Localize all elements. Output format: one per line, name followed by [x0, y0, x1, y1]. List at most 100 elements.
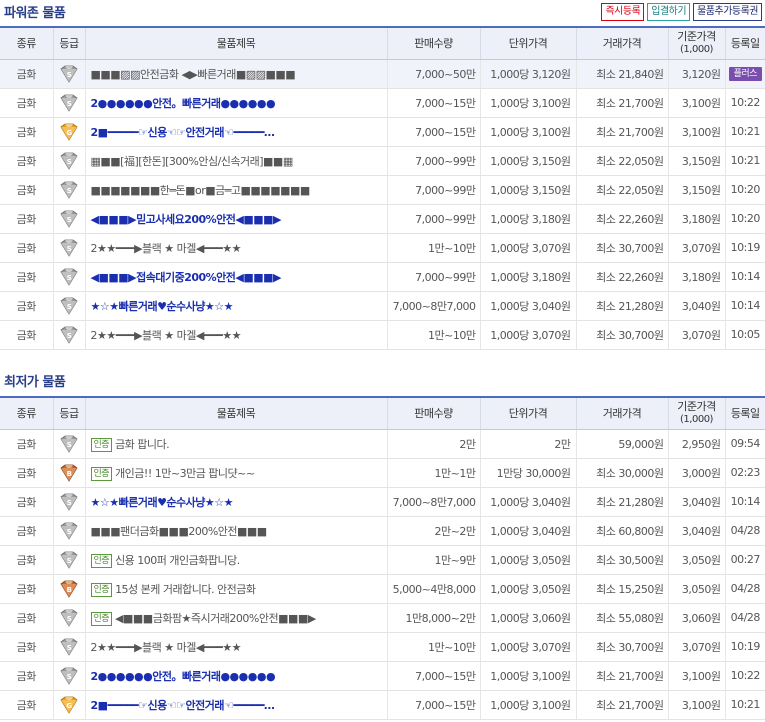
table-row[interactable]: 금화 S 2★★━━━▶블랙 ★ 마겔◀━━━★★ 1만~10만 1,000당 3,07… [0, 320, 765, 350]
svg-text:S: S [67, 245, 72, 253]
table-row[interactable]: 금화 B 인증 개인금!! 1만~3만금 팝니댯~~ 1만~1만 1만당 30,000원 최… [0, 458, 765, 488]
table-row[interactable]: 금화 S ★☆★빠른거래♥순수사냥★☆★ 7,000~8만7,000 1,000당 3,… [0, 291, 765, 321]
item-title-link[interactable]: ★☆★빠른거래♥순수사냥★☆★ [91, 496, 234, 509]
register-date-cell: 00:27 [725, 545, 765, 575]
item-title-link[interactable]: 15성 본케 거래합니다. 안전금화 [115, 583, 256, 596]
item-title-cell[interactable]: 인증 신용 100퍼 개인금화팝니당. [85, 545, 388, 575]
item-title-cell[interactable]: ★☆★빠른거래♥순수사냥★☆★ [85, 487, 388, 517]
table-row[interactable]: 금화 S 인증 ◀■■■금화팜★즉시거래200%안전■■■▶ 1만8,000~2만 1,0… [0, 603, 765, 633]
base-price-cell: 3,180원 [668, 204, 726, 234]
item-title-link[interactable]: 2●●●●●●안전。빠른거래●●●●●● [91, 670, 276, 683]
item-title-link[interactable]: 2■━━━━━☞신용☜☞안전거래☜━━━━━… [91, 126, 275, 139]
table-row[interactable]: 금화 S ★☆★빠른거래♥순수사냥★☆★ 7,000~8만7,000 1,000당 3,… [0, 487, 765, 517]
item-title-link[interactable]: 개인금!! 1만~3만금 팝니댯~~ [115, 467, 255, 480]
svg-text:S: S [67, 332, 72, 340]
item-title-cell[interactable]: 2■━━━━━☞신용☜☞안전거래☜━━━━━… [85, 117, 388, 147]
svg-text:B: B [67, 470, 72, 478]
lowest-price-title: 최저가 물품 [4, 375, 66, 390]
unit-price-cell: 1,000당 3,120원 [480, 59, 577, 89]
trade-price-cell: 최소 30,700원 [576, 320, 669, 350]
item-title-link[interactable]: 신용 100퍼 개인금화팝니당. [115, 554, 240, 567]
col-price: 거래가격 [576, 397, 669, 430]
item-type-cell: 금화 [0, 574, 54, 604]
register-date-cell: 10:19 [725, 233, 765, 263]
item-title-link[interactable]: ◀■■■▶믿고사세요200%안전◀■■■▶ [91, 213, 282, 226]
register-date-cell: 10:14 [725, 262, 765, 292]
item-title-cell[interactable]: ■■■팬더금화■■■200%안전■■■ [85, 516, 388, 546]
item-title-cell[interactable]: ■■■■■■■한═돈■or■금═고■■■■■■■ [85, 175, 388, 205]
table-row[interactable]: 금화 S ■■■■■■■한═돈■or■금═고■■■■■■■ 7,000~99만 1,00… [0, 175, 765, 205]
item-title-link[interactable]: ★☆★빠른거래♥순수사냥★☆★ [91, 300, 234, 313]
item-title-link[interactable]: ◀■■■금화팜★즉시거래200%안전■■■▶ [115, 612, 316, 625]
item-title-cell[interactable]: ◀■■■▶믿고사세요200%안전◀■■■▶ [85, 204, 388, 234]
table-row[interactable]: 금화 S 2●●●●●●안전。빠른거래●●●●●● 7,000~15만 1,000당 3… [0, 661, 765, 691]
item-title-link[interactable]: ◀■■■▶접속대기중200%안전◀■■■▶ [91, 271, 282, 284]
item-title-cell[interactable]: 2●●●●●●안전。빠른거래●●●●●● [85, 661, 388, 691]
col-grade: 등급 [53, 27, 86, 60]
grade-s-gem-icon: S [58, 65, 80, 83]
register-date-cell: 04/28 [725, 603, 765, 633]
item-title-link[interactable]: 금화 팝니다. [115, 438, 170, 451]
unit-price-cell: 1,000당 3,050원 [480, 545, 577, 575]
lowest-price-table: 종류 등급 물품제목 판매수량 단위가격 거래가격 기준가격 (1,000) 등록… [0, 396, 765, 720]
item-title-cell[interactable]: 2★★━━━▶블랙 ★ 마겔◀━━━★★ [85, 320, 388, 350]
item-title-link[interactable]: ■■■팬더금화■■■200%안전■■■ [91, 525, 268, 538]
item-title-link[interactable]: 2★★━━━▶블랙 ★ 마겔◀━━━★★ [91, 641, 242, 654]
base-price-cell: 3,040원 [668, 487, 726, 517]
sale-qty-cell: 1만~10만 [387, 632, 481, 662]
item-title-link[interactable]: ▦■■[福][한돈][300%안심/신속거래]■■▦ [91, 155, 294, 168]
item-title-cell[interactable]: 2★★━━━▶블랙 ★ 마겔◀━━━★★ [85, 233, 388, 263]
sale-qty-cell: 7,000~8만7,000 [387, 487, 481, 517]
item-title-link[interactable]: 2■━━━━━☞신용☜☞안전거래☜━━━━━… [91, 699, 275, 712]
item-title-cell[interactable]: 인증 금화 팝니다. [85, 429, 388, 459]
svg-text:S: S [67, 644, 72, 652]
item-type-cell: 금화 [0, 661, 54, 691]
item-title-cell[interactable]: ■■■▨▨안전금화 ◀▶빠른거래■▨▨■■■ [85, 59, 388, 89]
sale-qty-cell: 1만~9만 [387, 545, 481, 575]
sale-qty-cell: 7,000~99만 [387, 262, 481, 292]
table-row[interactable]: 금화 S 인증 신용 100퍼 개인금화팝니당. 1만~9만 1,000당 3,050원 최… [0, 545, 765, 575]
grade-s-gem-icon: S [58, 638, 80, 656]
item-title-cell[interactable]: 인증 ◀■■■금화팜★즉시거래200%안전■■■▶ [85, 603, 388, 633]
item-title-cell[interactable]: 2●●●●●●안전。빠른거래●●●●●● [85, 88, 388, 118]
svg-text:S: S [67, 499, 72, 507]
table-row[interactable]: 금화 S 2★★━━━▶블랙 ★ 마겔◀━━━★★ 1만~10만 1,000당 3,07… [0, 233, 765, 263]
deposit-button[interactable]: 입결하기 [647, 3, 691, 21]
svg-text:S: S [67, 187, 72, 195]
item-title-link[interactable]: 2★★━━━▶블랙 ★ 마겔◀━━━★★ [91, 329, 242, 342]
table-row[interactable]: 금화 S ◀■■■▶접속대기중200%안전◀■■■▶ 7,000~99만 1,000당 … [0, 262, 765, 292]
trade-price-cell: 최소 30,000원 [576, 458, 669, 488]
item-title-cell[interactable]: ▦■■[福][한돈][300%안심/신속거래]■■▦ [85, 146, 388, 176]
table-row[interactable]: 금화 S ■■■▨▨안전금화 ◀▶빠른거래■▨▨■■■ 7,000~50만 1,000당… [0, 59, 765, 89]
instant-register-button[interactable]: 즉시등록 [601, 3, 645, 21]
svg-text:S: S [67, 673, 72, 681]
col-qty: 판매수량 [387, 397, 481, 430]
base-price-cell: 3,150원 [668, 146, 726, 176]
item-title-link[interactable]: 2★★━━━▶블랙 ★ 마겔◀━━━★★ [91, 242, 242, 255]
table-row[interactable]: 금화 S 인증 금화 팝니다. 2만 2만 59,000원 2,950원 09:54 [0, 429, 765, 459]
table-row[interactable]: 금화 G 2■━━━━━☞신용☜☞안전거래☜━━━━━… 7,000~15만 1,000… [0, 117, 765, 147]
table-row[interactable]: 금화 B 인증 15성 본케 거래합니다. 안전금화 5,000~4만8,000 1,00… [0, 574, 765, 604]
table-row[interactable]: 금화 G 2■━━━━━☞신용☜☞안전거래☜━━━━━… 7,000~15만 1,000… [0, 690, 765, 720]
item-title-cell[interactable]: ★☆★빠른거래♥순수사냥★☆★ [85, 291, 388, 321]
register-date-cell: 10:21 [725, 690, 765, 720]
table-row[interactable]: 금화 S ◀■■■▶믿고사세요200%안전◀■■■▶ 7,000~99만 1,000당 … [0, 204, 765, 234]
item-title-cell[interactable]: 2★★━━━▶블랙 ★ 마겔◀━━━★★ [85, 632, 388, 662]
table-row[interactable]: 금화 S ▦■■[福][한돈][300%안심/신속거래]■■▦ 7,000~99만 1,… [0, 146, 765, 176]
grade-cell: S [53, 175, 86, 205]
item-title-cell[interactable]: ◀■■■▶접속대기중200%안전◀■■■▶ [85, 262, 388, 292]
item-title-link[interactable]: ■■■▨▨안전금화 ◀▶빠른거래■▨▨■■■ [91, 68, 296, 81]
item-title-cell[interactable]: 인증 개인금!! 1만~3만금 팝니댯~~ [85, 458, 388, 488]
item-title-link[interactable]: 2●●●●●●안전。빠른거래●●●●●● [91, 97, 276, 110]
table-row[interactable]: 금화 S 2●●●●●●안전。빠른거래●●●●●● 7,000~15만 1,000당 3… [0, 88, 765, 118]
grade-s-gem-icon: S [58, 210, 80, 228]
svg-text:S: S [67, 303, 72, 311]
item-title-cell[interactable]: 인증 15성 본케 거래합니다. 안전금화 [85, 574, 388, 604]
table-row[interactable]: 금화 S ■■■팬더금화■■■200%안전■■■ 2만~2만 1,000당 3,040원… [0, 516, 765, 546]
item-title-cell[interactable]: 2■━━━━━☞신용☜☞안전거래☜━━━━━… [85, 690, 388, 720]
table-row[interactable]: 금화 S 2★★━━━▶블랙 ★ 마겔◀━━━★★ 1만~10만 1,000당 3,07… [0, 632, 765, 662]
grade-cell: S [53, 603, 86, 633]
grade-s-gem-icon: S [58, 609, 80, 627]
item-title-link[interactable]: ■■■■■■■한═돈■or■금═고■■■■■■■ [91, 184, 311, 197]
add-ticket-button[interactable]: 물품추가등록권 [693, 3, 762, 21]
